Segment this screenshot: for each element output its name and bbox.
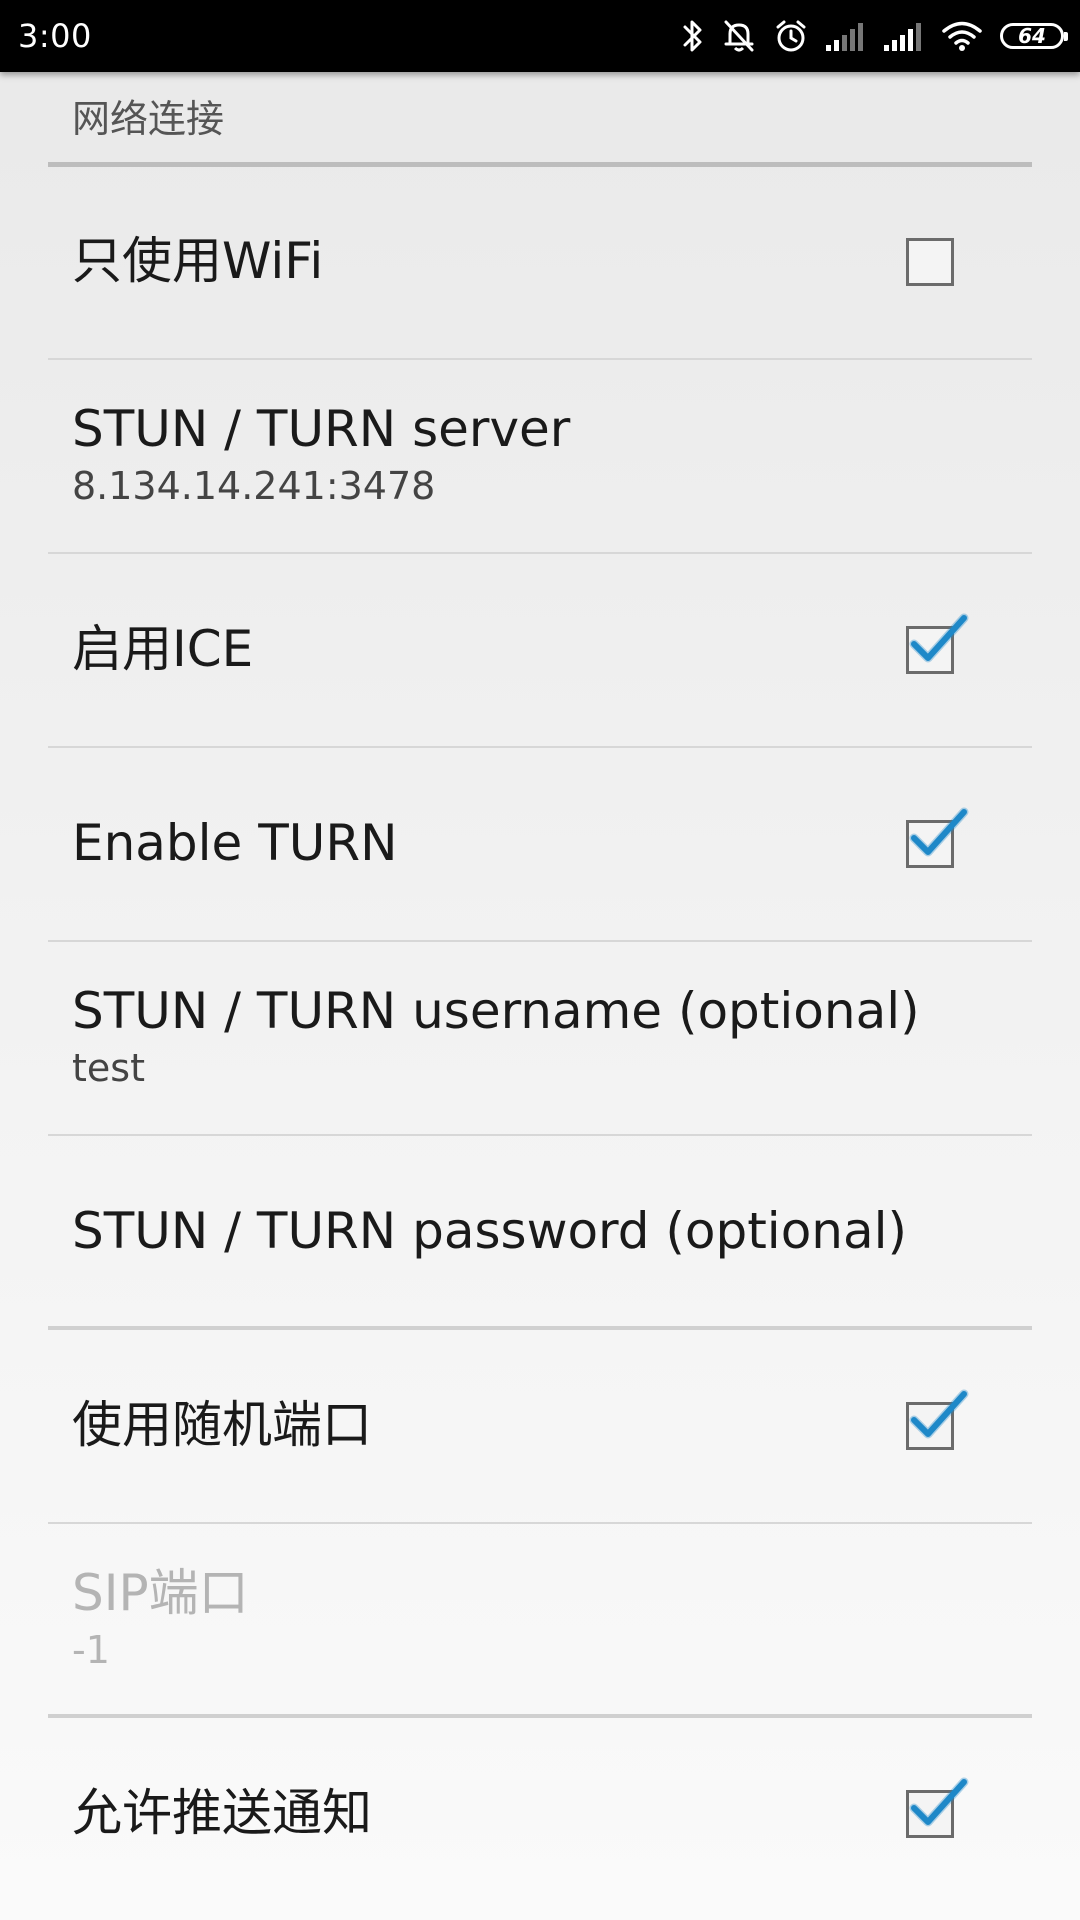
wifi-icon [942,20,982,52]
alarm-icon [774,18,808,54]
check-mark-icon [909,613,969,663]
pref-title: Enable TURN [72,814,398,872]
category-title: 网络连接 [72,97,225,141]
pref-summary: -1 [72,1628,110,1672]
status-bar: 3:00 64 [0,0,1080,72]
enable-turn-checkbox[interactable] [906,807,969,868]
divider [48,1714,1032,1718]
status-icons: 64 [682,14,1068,58]
bluetooth-icon [682,18,704,54]
pref-random-port[interactable]: 使用随机端口 [48,1332,1032,1524]
pref-summary: test [72,1046,145,1090]
pref-enable-ice[interactable]: 启用ICE [48,556,1032,748]
check-mark-icon [909,1777,969,1827]
pref-title: 使用随机端口 [72,1396,372,1454]
divider [48,1134,1032,1136]
pref-push-notifications[interactable]: 允许推送通知 [48,1720,1032,1912]
check-mark-icon [909,807,969,857]
pref-title: SIP端口 [72,1564,249,1622]
divider [48,940,1032,942]
divider [48,1522,1032,1524]
divider [48,552,1032,554]
pref-title: 启用ICE [72,620,254,678]
battery-level: 64 [1018,24,1046,48]
push-notifications-checkbox[interactable] [906,1777,969,1838]
signal-icon [884,21,924,51]
pref-enable-turn[interactable]: Enable TURN [48,750,1032,942]
battery-icon: 64 [1000,23,1068,49]
notifications-off-icon [722,18,756,54]
pref-wifi-only[interactable]: 只使用WiFi [48,168,1032,360]
pref-title: STUN / TURN username (optional) [72,982,920,1040]
pref-title: 只使用WiFi [72,232,324,290]
pref-stun-username[interactable]: STUN / TURN username (optional) test [48,944,1032,1136]
pref-stun-password[interactable]: STUN / TURN password (optional) [48,1138,1032,1330]
pref-sip-port: SIP端口 -1 [48,1526,1032,1718]
wifi-only-checkbox[interactable] [906,238,954,286]
category-header: 网络连接 [48,72,1032,168]
random-port-checkbox[interactable] [906,1389,969,1450]
divider [48,1326,1032,1330]
pref-title: STUN / TURN password (optional) [72,1202,908,1260]
divider [48,746,1032,748]
divider [48,358,1032,360]
signal-icon [826,21,866,51]
check-mark-icon [909,1389,969,1439]
enable-ice-checkbox[interactable] [906,613,969,674]
pref-stun-server[interactable]: STUN / TURN server 8.134.14.241:3478 [48,362,1032,554]
pref-title: 允许推送通知 [72,1784,372,1842]
pref-summary: 8.134.14.241:3478 [72,464,436,508]
pref-title: STUN / TURN server [72,400,571,458]
category-divider [48,162,1032,167]
status-time: 3:00 [18,17,92,55]
